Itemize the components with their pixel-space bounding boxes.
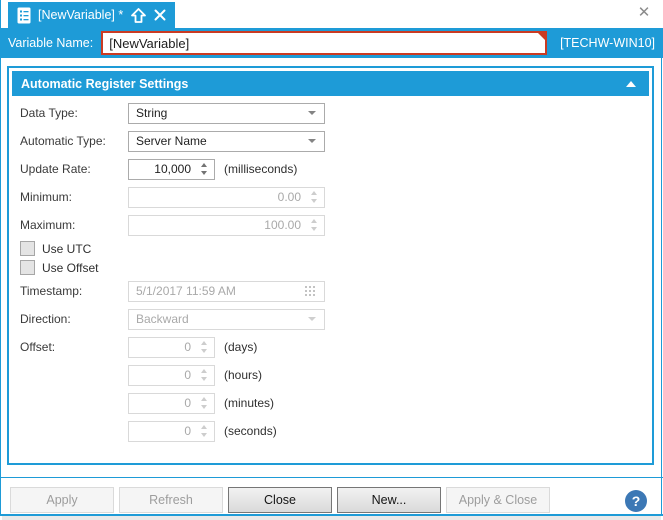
offset-minutes-value: 0 (184, 396, 191, 410)
minimum-value: 0.00 (277, 190, 301, 204)
window-border-left (0, 0, 1, 516)
window-border-right (661, 0, 662, 516)
maximum-row: Maximum: 100.00 (20, 211, 652, 239)
minimum-row: Minimum: 0.00 (20, 183, 652, 211)
automatic-register-settings-panel: Automatic Register Settings Data Type: S… (7, 66, 654, 465)
help-button[interactable]: ? (625, 490, 647, 512)
spinner-arrows-icon (196, 341, 211, 353)
direction-label: Direction: (20, 312, 71, 326)
apply-and-close-button: Apply & Close (446, 487, 550, 513)
variable-properties-window: [NewVariable] * ✕ Variable Name: [TECHW-… (0, 0, 663, 520)
close-button[interactable]: Close (228, 487, 332, 513)
timestamp-label: Timestamp: (20, 284, 83, 298)
maximum-stepper: 100.00 (128, 214, 325, 236)
use-utc-label: Use UTC (42, 241, 92, 256)
section-title: Automatic Register Settings (21, 76, 189, 91)
spinner-arrows-icon (196, 397, 211, 409)
update-rate-row: Update Rate: 10,000 (milliseconds) (20, 155, 652, 183)
spinner-arrows-icon (196, 425, 211, 437)
offset-days-unit: (days) (224, 340, 258, 354)
use-utc-row: Use UTC (20, 239, 652, 258)
form-rows: Data Type: String Automatic Type: Server… (9, 99, 652, 445)
offset-hours-unit: (hours) (224, 368, 263, 382)
direction-value: Backward (136, 312, 189, 326)
offset-days-stepper: 0 (128, 336, 215, 358)
offset-minutes-stepper: 0 (128, 392, 215, 414)
offset-days-value: 0 (184, 340, 191, 354)
apply-button: Apply (10, 487, 114, 513)
offset-seconds-row: 0 (seconds) (20, 417, 652, 445)
use-utc-checkbox[interactable] (20, 241, 35, 256)
window-shadow (2, 516, 661, 520)
minimum-stepper: 0.00 (128, 186, 325, 208)
use-offset-checkbox[interactable] (20, 260, 35, 275)
offset-hours-row: 0 (hours) (20, 361, 652, 389)
validation-corner-flag (538, 33, 546, 40)
update-rate-label: Update Rate: (20, 162, 91, 176)
spinner-arrows-icon[interactable] (196, 163, 211, 175)
collapse-up-icon[interactable] (626, 80, 636, 87)
update-rate-unit: (milliseconds) (224, 162, 298, 176)
offset-minutes-row: 0 (minutes) (20, 389, 652, 417)
chevron-down-icon (308, 317, 316, 321)
use-offset-row: Use Offset (20, 258, 652, 277)
maximum-value: 100.00 (264, 218, 301, 232)
offset-days-row: Offset: 0 (days) (20, 333, 652, 361)
spinner-arrows-icon (306, 219, 321, 231)
timestamp-row: Timestamp: 5/1/2017 11:59 AM (20, 277, 652, 305)
update-rate-stepper[interactable]: 10,000 (128, 158, 215, 180)
tab-close-icon[interactable] (154, 9, 166, 21)
timestamp-input: 5/1/2017 11:59 AM (128, 280, 325, 302)
variable-name-input[interactable] (101, 31, 548, 55)
maximum-label: Maximum: (20, 218, 76, 232)
offset-label: Offset: (20, 340, 56, 354)
variable-name-input-wrap (101, 31, 548, 55)
automatic-type-select[interactable]: Server Name (128, 130, 325, 152)
automatic-type-label: Automatic Type: (20, 134, 106, 148)
tab-bar: [NewVariable] * ✕ (1, 0, 662, 28)
offset-hours-stepper: 0 (128, 364, 215, 386)
data-type-select[interactable]: String (128, 102, 325, 124)
date-picker-grid-icon (305, 286, 315, 296)
document-list-icon (17, 7, 31, 23)
spinner-arrows-icon (306, 191, 321, 203)
refresh-button: Refresh (119, 487, 223, 513)
offset-hours-value: 0 (184, 368, 191, 382)
footer-button-bar: Apply Refresh Close New... Apply & Close (10, 487, 550, 513)
direction-row: Direction: Backward (20, 305, 652, 333)
automatic-type-value: Server Name (136, 134, 207, 148)
chevron-down-icon (308, 111, 316, 115)
data-type-row: Data Type: String (20, 99, 652, 127)
machine-name-label: [TECHW-WIN10] (560, 36, 655, 50)
data-type-value: String (136, 106, 168, 120)
new-button[interactable]: New... (337, 487, 441, 513)
offset-seconds-value: 0 (184, 424, 191, 438)
section-header: Automatic Register Settings (12, 71, 649, 96)
variable-name-label: Variable Name: (8, 36, 94, 50)
offset-seconds-unit: (seconds) (224, 424, 277, 438)
timestamp-value: 5/1/2017 11:59 AM (136, 284, 236, 298)
footer-separator (0, 477, 663, 478)
chevron-down-icon (308, 139, 316, 143)
variable-name-bar: Variable Name: [TECHW-WIN10] (0, 28, 663, 58)
offset-minutes-unit: (minutes) (224, 396, 275, 410)
direction-select: Backward (128, 308, 325, 330)
window-close-icon[interactable]: ✕ (635, 4, 653, 22)
offset-seconds-stepper: 0 (128, 420, 215, 442)
move-up-icon[interactable] (130, 7, 147, 24)
use-offset-label: Use Offset (42, 260, 99, 275)
minimum-label: Minimum: (20, 190, 73, 204)
tab-newvariable[interactable]: [NewVariable] * (8, 2, 176, 28)
automatic-type-row: Automatic Type: Server Name (20, 127, 652, 155)
spinner-arrows-icon (196, 369, 211, 381)
data-type-label: Data Type: (20, 106, 78, 120)
tab-title: [NewVariable] * (38, 8, 124, 22)
update-rate-value: 10,000 (154, 162, 191, 176)
